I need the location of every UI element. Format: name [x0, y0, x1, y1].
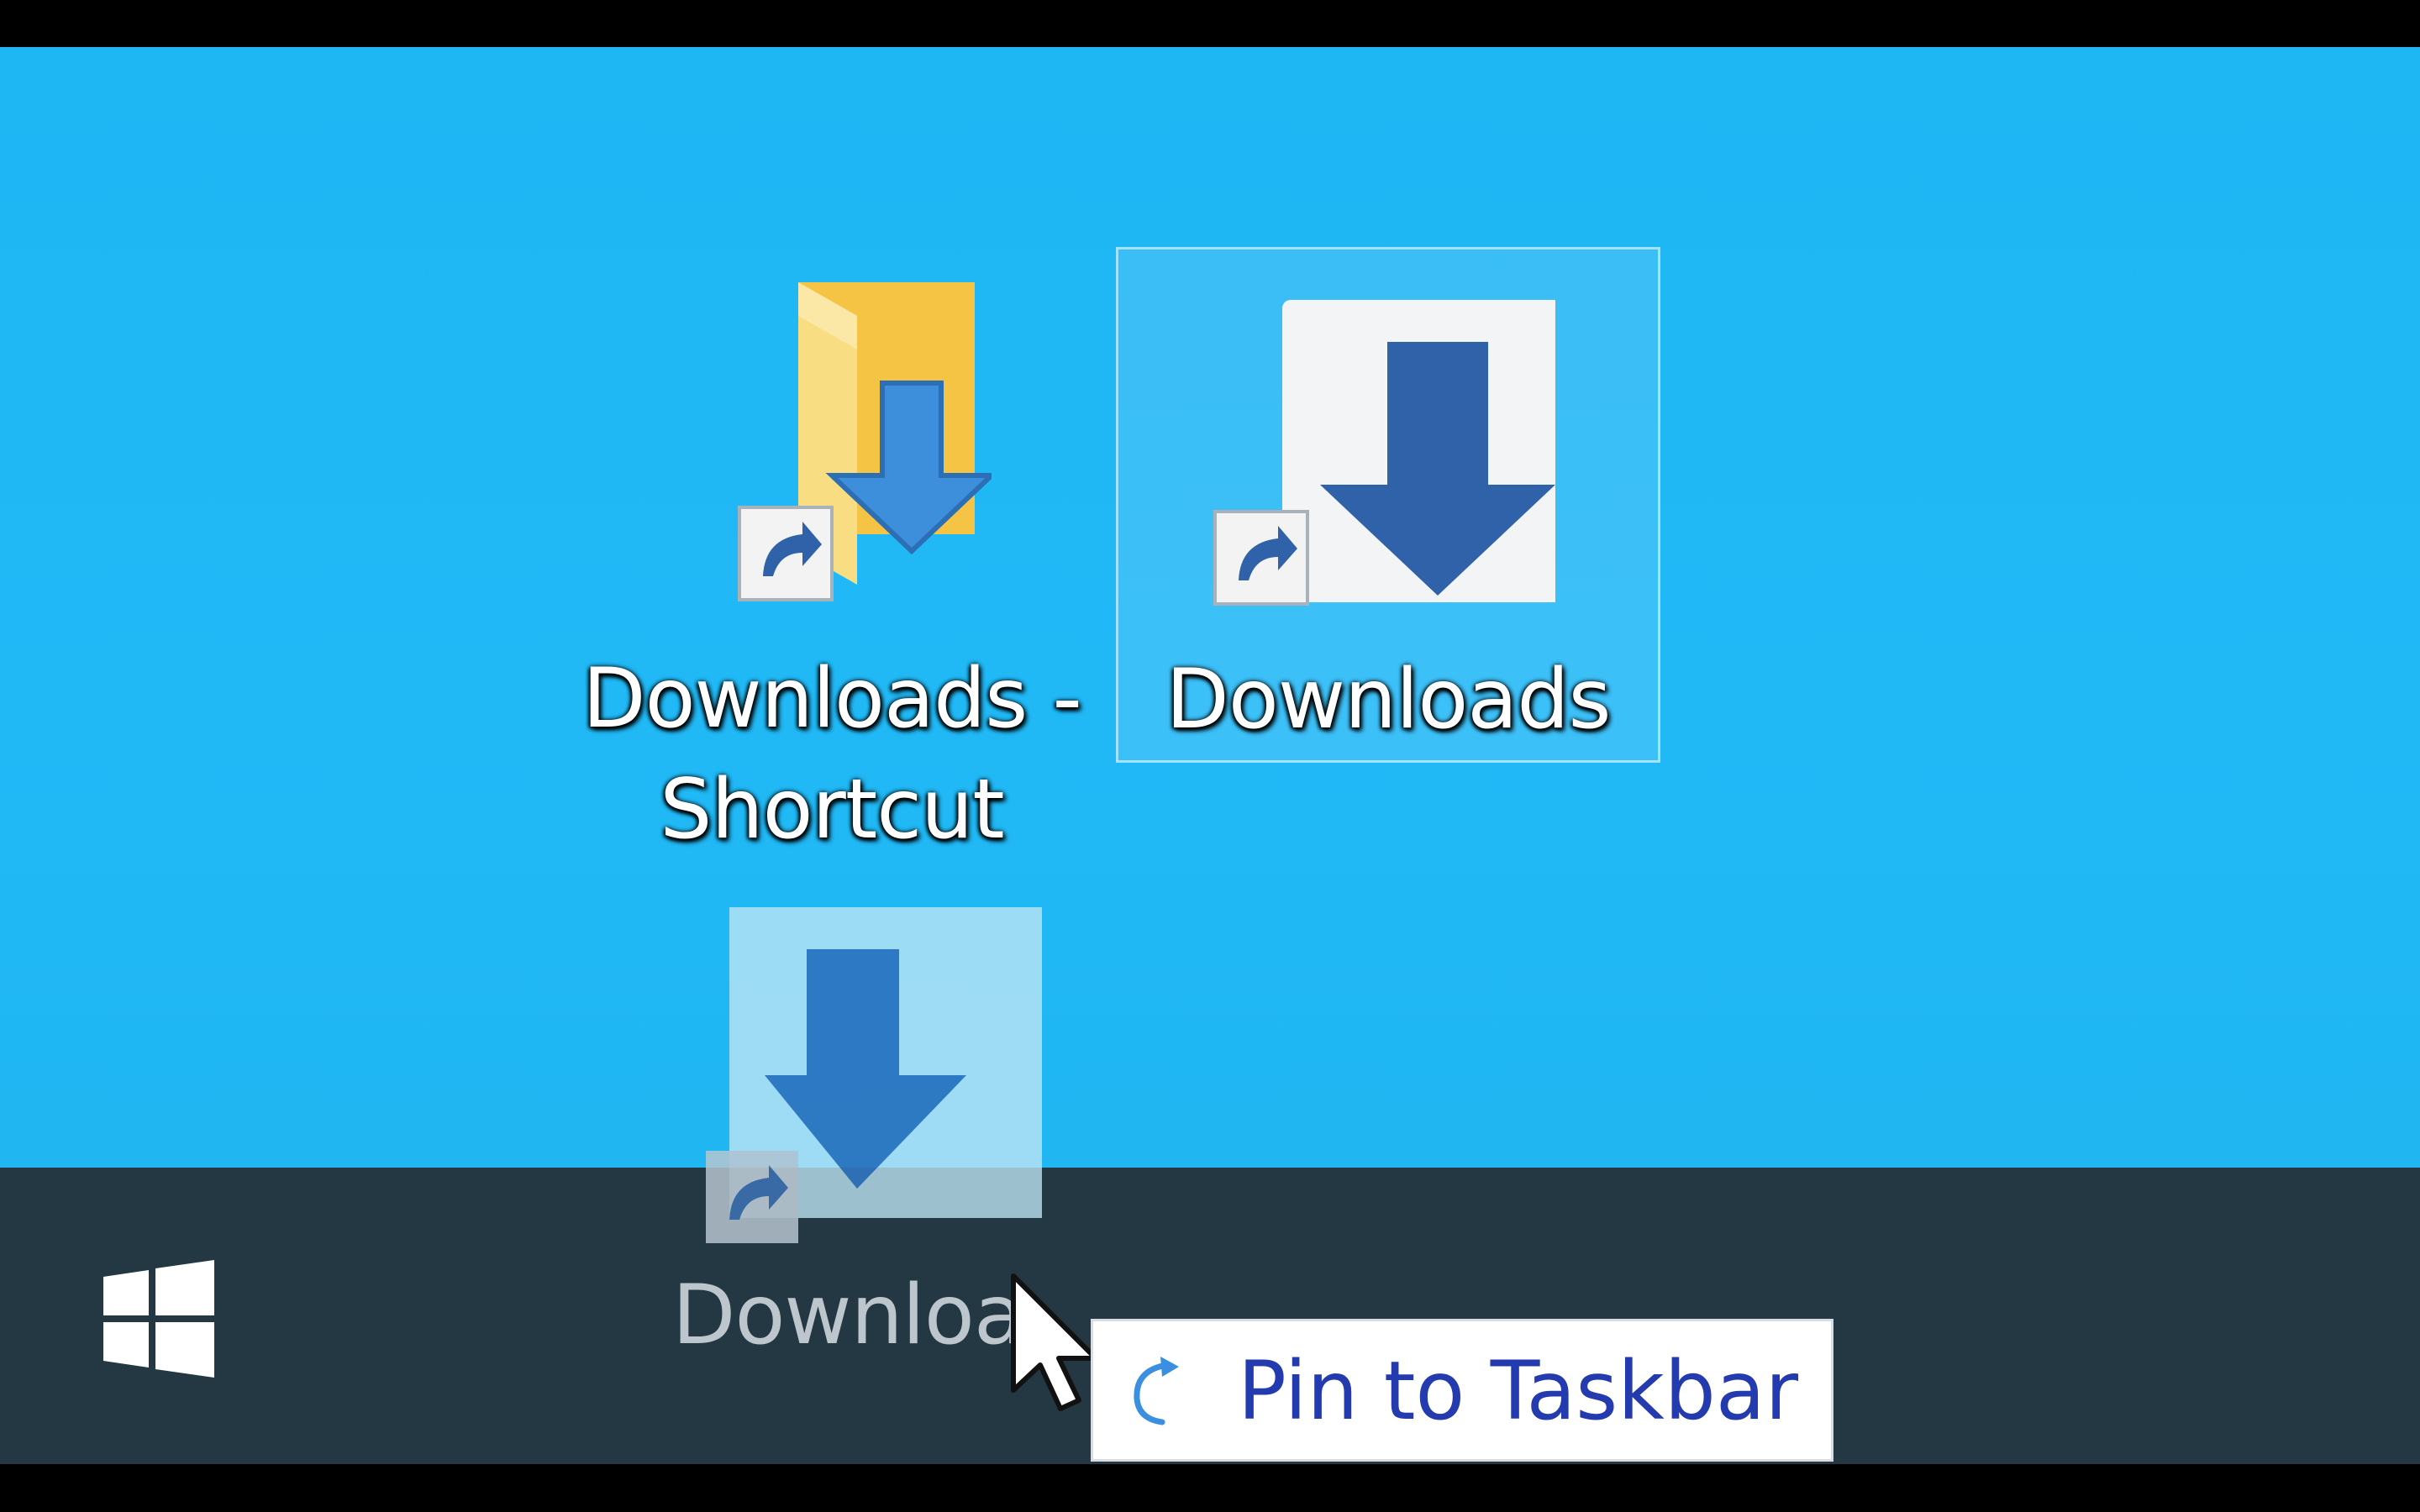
- folder-download-shortcut-icon: [738, 282, 992, 601]
- download-arrow-shortcut-icon: [1213, 300, 1555, 606]
- icon-label-line-1: Downloads -: [582, 651, 1082, 747]
- tooltip-text: Pin to Taskbar: [1238, 1344, 1799, 1438]
- icon-label-line-2: Shortcut: [660, 762, 1004, 858]
- desktop-icon-downloads[interactable]: Downloads: [1116, 247, 1660, 763]
- letterbox-bottom: [0, 1464, 2420, 1512]
- pin-arrow-icon: [1134, 1357, 1179, 1425]
- download-arrow-shortcut-icon: [706, 907, 1042, 1243]
- desktop-icon-downloads-shortcut[interactable]: Downloads - Shortcut: [546, 249, 1118, 879]
- windows-logo-icon[interactable]: [88, 1252, 223, 1386]
- icon-label-downloads: Downloads: [1165, 652, 1611, 748]
- mouse-cursor-icon: [1011, 1273, 1098, 1411]
- desktop[interactable]: Downloads - Shortcut Downloads: [0, 47, 2420, 1168]
- pin-to-taskbar-tooltip: Pin to Taskbar: [1091, 1319, 1833, 1462]
- letterbox-top: [0, 0, 2420, 47]
- icon-label-downloads-shortcut: Downloads - Shortcut: [546, 643, 1118, 865]
